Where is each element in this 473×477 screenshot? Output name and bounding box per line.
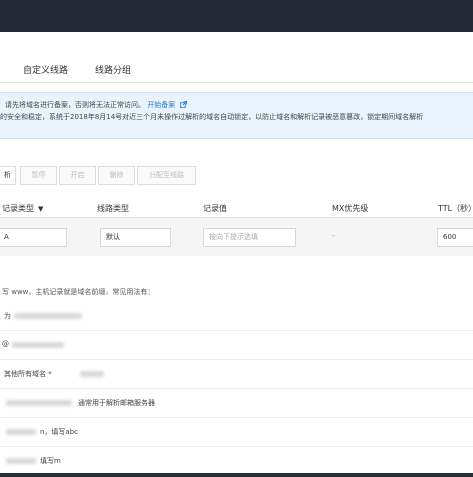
tab-bar: 自定义线路 线路分组 [0, 57, 473, 83]
redacted-text [80, 371, 104, 377]
tab-custom-line[interactable]: 自定义线路 [23, 63, 68, 76]
record-value-input[interactable]: 按向下提示选填 [203, 228, 296, 247]
redacted-text [14, 313, 82, 319]
pause-button[interactable]: 暂停 [20, 166, 57, 185]
assign-line-button[interactable]: 分配至线路 [137, 166, 196, 185]
filing-notice: 请先将域名进行备案，否则将无法正常访问。 开始备案 的安全和稳定，系统于2018… [0, 92, 473, 139]
record-type-header-label: 记录类型 [2, 204, 34, 213]
record-type-header[interactable]: 记录类型 ▼ [2, 203, 43, 214]
mx-priority-header: MX优先级 [332, 204, 369, 213]
ttl-header: TTL（秒） [438, 204, 473, 213]
usage-row-text: n，填写abc [40, 428, 79, 436]
ttl-select[interactable]: 600 [437, 228, 473, 247]
bottom-bar [0, 473, 473, 477]
delete-button[interactable]: 删除 [98, 166, 135, 185]
usage-row-text: 填写m [40, 457, 61, 465]
filter-icon[interactable]: ▼ [38, 205, 43, 213]
start-filing-link[interactable]: 开始备案 [147, 101, 175, 109]
table-header: 记录类型 ▼ 线路类型 记录值 MX优先级 TTL（秒） [0, 198, 473, 218]
external-link-icon[interactable] [180, 101, 188, 108]
dns-records-page: 自定义线路 线路分组 请先将域名进行备案，否则将无法正常访问。 开始备案 的安全… [0, 0, 473, 477]
record-toolbar: 析 暂停 开启 删除 分配至线路 [0, 166, 473, 186]
redacted-text [6, 400, 72, 406]
usage-row-text: @ [2, 340, 9, 348]
usage-row-text: 其他所有域名 * [4, 370, 52, 378]
usage-row: 通常用于解析邮箱服务器 [0, 389, 473, 418]
record-type-select[interactable]: A [0, 228, 67, 247]
mx-priority-value: - [332, 231, 335, 240]
host-record-usage-title: 写 www，主机记录就是域名前缀，常见用法有： [2, 288, 155, 296]
tab-line-group[interactable]: 线路分组 [95, 63, 131, 76]
record-edit-row: A 默认 按向下提示选填 - 600 [0, 218, 473, 256]
record-value-header: 记录值 [203, 204, 227, 213]
usage-row-text: 为 [4, 312, 11, 320]
line-type-select[interactable]: 默认 [100, 228, 171, 247]
enable-button[interactable]: 开启 [59, 166, 96, 185]
line-type-header: 线路类型 [97, 204, 129, 213]
notice-lock-text: 的安全和稳定，系统于2018年8月14号对近三个月未操作过解析的域名自动锁定，以… [0, 113, 424, 121]
usage-row: 其他所有域名 * [0, 360, 473, 389]
top-navigation-bar [0, 0, 473, 32]
usage-row: 为 [0, 302, 473, 331]
notice-line-1: 请先将域名进行备案，否则将无法正常访问。 开始备案 [5, 100, 188, 110]
usage-row: @ [0, 331, 473, 360]
add-parse-button[interactable]: 析 [0, 166, 16, 185]
usage-row: 填写m [0, 447, 473, 476]
notice-filing-text: 请先将域名进行备案，否则将无法正常访问。 [5, 101, 145, 109]
usage-row: n，填写abc [0, 418, 473, 447]
redacted-text [6, 429, 36, 435]
usage-row-text: 通常用于解析邮箱服务器 [78, 399, 155, 407]
redacted-text [6, 458, 36, 464]
redacted-text [12, 342, 64, 348]
